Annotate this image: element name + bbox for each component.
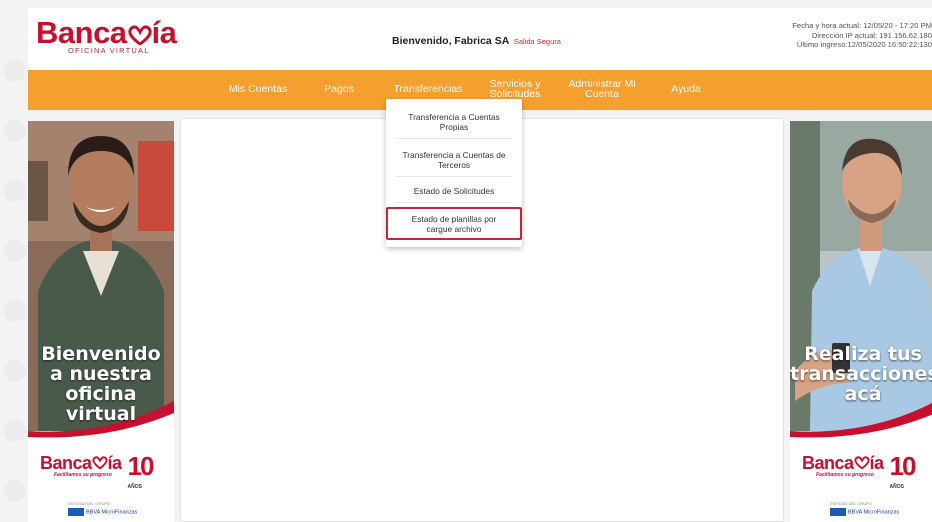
logo-text-left: Banca (36, 15, 127, 50)
left-banner-line-1: Bienvenido (41, 343, 161, 365)
logo-wordmark: Banca ía (36, 15, 177, 50)
menu-item-estado-planillas-cargue-archivo[interactable]: Estado de planillas por cargue archivo (386, 207, 522, 240)
menu-item-label-line-2: Terceros (437, 160, 471, 170)
left-promo-banner[interactable]: Bienvenido a nuestra oficina virtual Ban… (28, 121, 174, 522)
background-decoration (0, 0, 28, 522)
nav-pagos[interactable]: Pagos (314, 70, 364, 110)
current-ip: Dirección IP actual: 191.156.62.180 (811, 30, 932, 40)
left-banner-word-right: ía (107, 453, 123, 473)
right-banner-word-right: ía (869, 453, 885, 473)
right-banner-partner-top: ENTIDAD DEL GRUPO (830, 501, 873, 506)
heart-icon (853, 456, 870, 470)
right-banner-tagline: Facilitamos su progreso (816, 472, 874, 478)
nav-servicios-label-2: Solicitudes (489, 88, 541, 100)
right-banner-bbva-logo: ENTIDAD DEL GRUPO BBVA MicroFinanzas (830, 501, 899, 516)
red-curve-decoration (790, 403, 932, 441)
transferencias-dropdown-menu: Transferencia a Cuentas Propias Transfer… (386, 99, 522, 247)
heart-icon (127, 25, 152, 45)
welcome-message: Bienvenido, Fabrica SA Salida Segura (392, 35, 561, 47)
current-datetime: Fecha y hora actual: 12/05/20 - 17:20 PM (792, 21, 932, 30)
logo-text-right: ía (151, 15, 177, 50)
right-banner-line-3: acá (844, 383, 882, 405)
left-banner-word-left: Banca (40, 453, 92, 473)
menu-item-label-line-1: Estado de planillas por (411, 214, 497, 224)
left-banner-bbva-logo: ENTIDAD DEL GRUPO BBVA MicroFinanzas (68, 501, 137, 516)
nav-administrar-label-2: Cuenta (585, 88, 619, 100)
right-banner-logo: Banca ía Facilitamos su progreso 10 AÑOS (802, 453, 917, 499)
right-banner-headline: Realiza tus transacciones acá (790, 344, 932, 404)
right-banner-line-2: transacciones (790, 363, 932, 385)
menu-item-label-line-2: cargue archivo (426, 224, 482, 234)
left-banner-partner-name: BBVA MicroFinanzas (86, 509, 138, 516)
nav-administrar-cuenta[interactable]: Administrar Mi Cuenta (560, 70, 644, 110)
left-banner-line-2: a nuestra (50, 363, 152, 385)
menu-divider (396, 176, 512, 177)
heart-icon (91, 456, 108, 470)
left-banner-tagline: Facilitamos su progreso (54, 472, 112, 478)
welcome-text: Bienvenido, Fabrica SA (392, 35, 509, 47)
session-info: Fecha y hora actual: 12/05/20 - 17:20 PM… (752, 21, 932, 50)
bancamia-logo[interactable]: Banca ía OFICINA VIRTUAL (36, 15, 177, 55)
right-banner-wordmark: Banca ía (802, 454, 884, 472)
menu-item-transferencia-cuentas-propias[interactable]: Transferencia a Cuentas Propias (394, 112, 514, 132)
right-banner-word-left: Banca (802, 453, 854, 473)
menu-divider (396, 138, 512, 139)
menu-item-label-line-1: Transferencia a Cuentas (408, 112, 500, 122)
bbva-mark-icon (68, 508, 84, 516)
menu-divider (396, 202, 512, 203)
nav-ayuda[interactable]: Ayuda (656, 70, 716, 110)
left-banner-anniversary: 10 AÑOS (128, 453, 155, 499)
header: Banca ía OFICINA VIRTUAL Bienvenido, Fab… (28, 8, 932, 70)
right-banner-anniversary: 10 AÑOS (890, 453, 917, 499)
left-banner-wordmark: Banca ía (40, 454, 122, 472)
menu-item-label-line-1: Transferencia a Cuentas de (402, 150, 506, 160)
menu-item-label-line-2: Propias (439, 122, 469, 132)
secure-exit-link[interactable]: Salida Segura (514, 37, 561, 46)
left-banner-headline: Bienvenido a nuestra oficina virtual (28, 344, 174, 424)
bbva-mark-icon (830, 508, 846, 516)
right-banner-partner-name: BBVA MicroFinanzas (848, 509, 900, 516)
menu-item-transferencia-cuentas-terceros[interactable]: Transferencia a Cuentas de Terceros (394, 150, 514, 170)
last-login: Último ingreso:12/05/2020 16:50:22:130 (796, 40, 932, 49)
nav-mis-cuentas[interactable]: Mis Cuentas (213, 70, 303, 110)
menu-item-label-line-1: Estado de Solicitudes (413, 186, 495, 196)
left-banner-line-3: oficina virtual (65, 383, 137, 425)
right-promo-banner[interactable]: Realiza tus transacciones acá Banca ía Fa… (790, 121, 932, 522)
left-banner-partner-top: ENTIDAD DEL GRUPO (68, 501, 111, 506)
left-banner-logo: Banca ía Facilitamos su progreso 10 AÑOS (40, 453, 155, 499)
right-banner-line-1: Realiza tus (804, 343, 922, 365)
menu-item-estado-solicitudes[interactable]: Estado de Solicitudes (394, 186, 514, 196)
